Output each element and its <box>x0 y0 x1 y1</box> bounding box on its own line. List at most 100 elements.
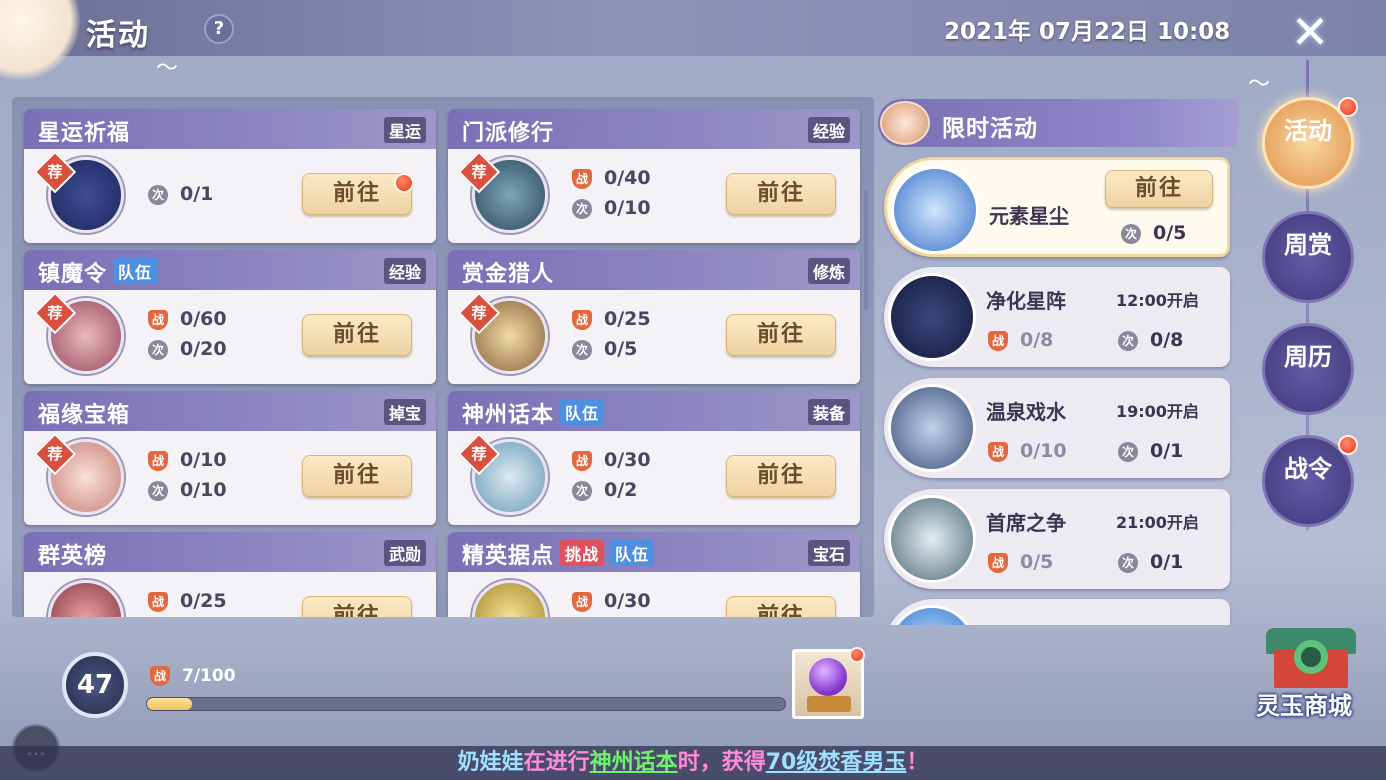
go-button[interactable]: 前往 <box>302 596 412 617</box>
battle-stat: 战 0/30 <box>572 449 651 471</box>
battle-stat: 战 0/30 <box>572 590 651 612</box>
battle-icon: 战 <box>988 553 1008 573</box>
battle-stat: 战 0/8 <box>988 329 1053 351</box>
ticker-text: 在进行 <box>523 750 590 775</box>
count-value: 0/5 <box>604 338 638 360</box>
battle-value: 0/60 <box>180 308 227 330</box>
recommended-label: 荐 <box>471 163 487 181</box>
progress-stat: 战 7/100 <box>150 666 236 686</box>
limited-item[interactable] <box>884 599 1230 625</box>
count-value: 0/20 <box>180 338 227 360</box>
ticker-activity[interactable]: 神州话本 <box>590 750 678 775</box>
close-button[interactable]: ✕ <box>1284 6 1336 58</box>
go-button[interactable]: 前往 <box>726 173 836 215</box>
limited-item[interactable]: 净化星阵 12:00开启 战 0/8 次 0/8 <box>884 267 1230 367</box>
activity-list-panel[interactable]: 星运祈福 星运 荐 次 0/1 前往 门派修行 经验 荐 战 0/40 次 0/10 … <box>12 97 874 617</box>
notification-dot <box>849 647 865 663</box>
scrollbar[interactable] <box>864 190 868 310</box>
open-time: 21:00开启 <box>1116 513 1199 532</box>
count-value: 0/1 <box>180 183 214 205</box>
count-stat: 次 0/5 <box>572 338 637 360</box>
battle-value: 0/8 <box>1020 329 1054 351</box>
count-stat: 次 0/20 <box>148 338 227 360</box>
battle-stat: 战 0/10 <box>988 440 1067 462</box>
ticker-text: ！ <box>906 750 929 775</box>
battle-value: 0/25 <box>604 308 651 330</box>
side-tab-weekly-reward[interactable]: 周赏 <box>1262 211 1354 303</box>
battle-icon: 战 <box>148 592 168 612</box>
golden-beast-icon <box>472 580 548 617</box>
progress-bar <box>146 697 786 711</box>
battle-value: 0/30 <box>604 590 651 612</box>
go-button[interactable]: 前往 <box>726 314 836 356</box>
count-value: 0/10 <box>604 197 651 219</box>
recommended-label: 荐 <box>47 163 63 181</box>
activity-type-tag: 经验 <box>807 117 850 143</box>
activity-card: 门派修行 经验 荐 战 0/40 次 0/10 前往 <box>448 109 860 243</box>
battle-stat: 战 0/60 <box>148 308 227 330</box>
activity-card: 群英榜 武勋 战 0/25 前往 <box>24 532 436 617</box>
limited-item[interactable]: 元素星尘 前往 次 0/5 <box>884 157 1230 257</box>
go-button[interactable]: 前往 <box>302 455 412 497</box>
count-stat: 次 0/1 <box>1118 440 1183 462</box>
notification-dot <box>1338 435 1358 455</box>
ticker-text: 时，获得 <box>677 750 766 775</box>
activity-name-text: 镇魔令 <box>38 262 108 287</box>
count-icon: 次 <box>1118 331 1138 351</box>
activity-name-text: 精英据点 <box>462 544 555 569</box>
side-tab-label: 周历 <box>1284 343 1332 371</box>
limited-item[interactable]: 首席之争 21:00开启 战 0/5 次 0/1 <box>884 489 1230 589</box>
side-tab-label: 活动 <box>1284 117 1332 145</box>
go-button[interactable]: 前往 <box>726 455 836 497</box>
activity-card-header: 神州话本 队伍 装备 <box>448 391 860 431</box>
battle-icon: 战 <box>572 451 592 471</box>
challenge-tag: 挑战 <box>560 540 605 566</box>
battle-stat: 战 0/25 <box>148 590 227 612</box>
page-title: 活动 <box>86 18 150 53</box>
count-icon: 次 <box>572 481 592 501</box>
activity-type-tag: 经验 <box>383 258 426 284</box>
activity-card: 神州话本 队伍 装备 荐 战 0/30 次 0/2 前往 <box>448 391 860 525</box>
limited-activity-panel[interactable]: 限时活动 元素星尘 前往 次 0/5 净化星阵 12:00开启 战 0/8 次 0/8… <box>878 97 1238 625</box>
go-button[interactable]: 前往 <box>302 314 412 356</box>
orb-icon <box>809 658 847 696</box>
hero-icon <box>48 580 124 617</box>
battle-stat: 战 0/40 <box>572 167 651 189</box>
progress-label: 7/100 <box>182 666 236 686</box>
battle-icon: 战 <box>148 310 168 330</box>
activity-type-tag: 修炼 <box>807 258 850 284</box>
shop-label[interactable]: 灵玉商城 <box>1256 686 1352 721</box>
sword-duel-icon <box>888 495 976 583</box>
battle-stat: 战 0/5 <box>988 551 1053 573</box>
count-icon: 次 <box>1118 553 1138 573</box>
moon-decoration <box>0 0 80 80</box>
activity-name: 镇魔令 队伍 <box>38 256 158 288</box>
recommended-label: 荐 <box>471 304 487 322</box>
activity-name: 福缘宝箱 <box>38 403 131 428</box>
hot-spring-icon <box>888 384 976 472</box>
limited-item-name: 温泉戏水 <box>986 400 1066 424</box>
battle-value: 0/10 <box>180 449 227 471</box>
activity-name-text: 神州话本 <box>462 403 555 428</box>
side-tab-label: 战令 <box>1284 455 1332 483</box>
battle-value: 0/5 <box>1020 551 1054 573</box>
battle-icon: 战 <box>988 442 1008 462</box>
battle-icon: 战 <box>148 451 168 471</box>
limited-item-name: 元素星尘 <box>989 204 1069 228</box>
side-tab-weekly-calendar[interactable]: 周历 <box>1262 323 1354 415</box>
activity-level-badge: 47 <box>62 652 128 718</box>
open-time: 19:00开启 <box>1116 402 1199 421</box>
count-value: 0/8 <box>1150 329 1184 351</box>
count-value: 0/10 <box>180 479 227 501</box>
activity-name: 门派修行 <box>462 121 555 146</box>
activity-name: 神州话本 队伍 <box>462 397 605 429</box>
ticker-player: 奶娃娃 <box>457 750 524 775</box>
go-button[interactable]: 前往 <box>1105 170 1213 208</box>
limited-item[interactable]: 温泉戏水 19:00开启 战 0/10 次 0/1 <box>884 378 1230 478</box>
constellation-icon <box>888 273 976 361</box>
activity-card-header: 赏金猎人 修炼 <box>448 250 860 290</box>
ticker-reward[interactable]: 70级焚香男玉 <box>766 750 907 775</box>
go-button[interactable]: 前往 <box>726 596 836 617</box>
recommended-label: 荐 <box>47 445 63 463</box>
help-button[interactable]: ? <box>204 14 234 44</box>
